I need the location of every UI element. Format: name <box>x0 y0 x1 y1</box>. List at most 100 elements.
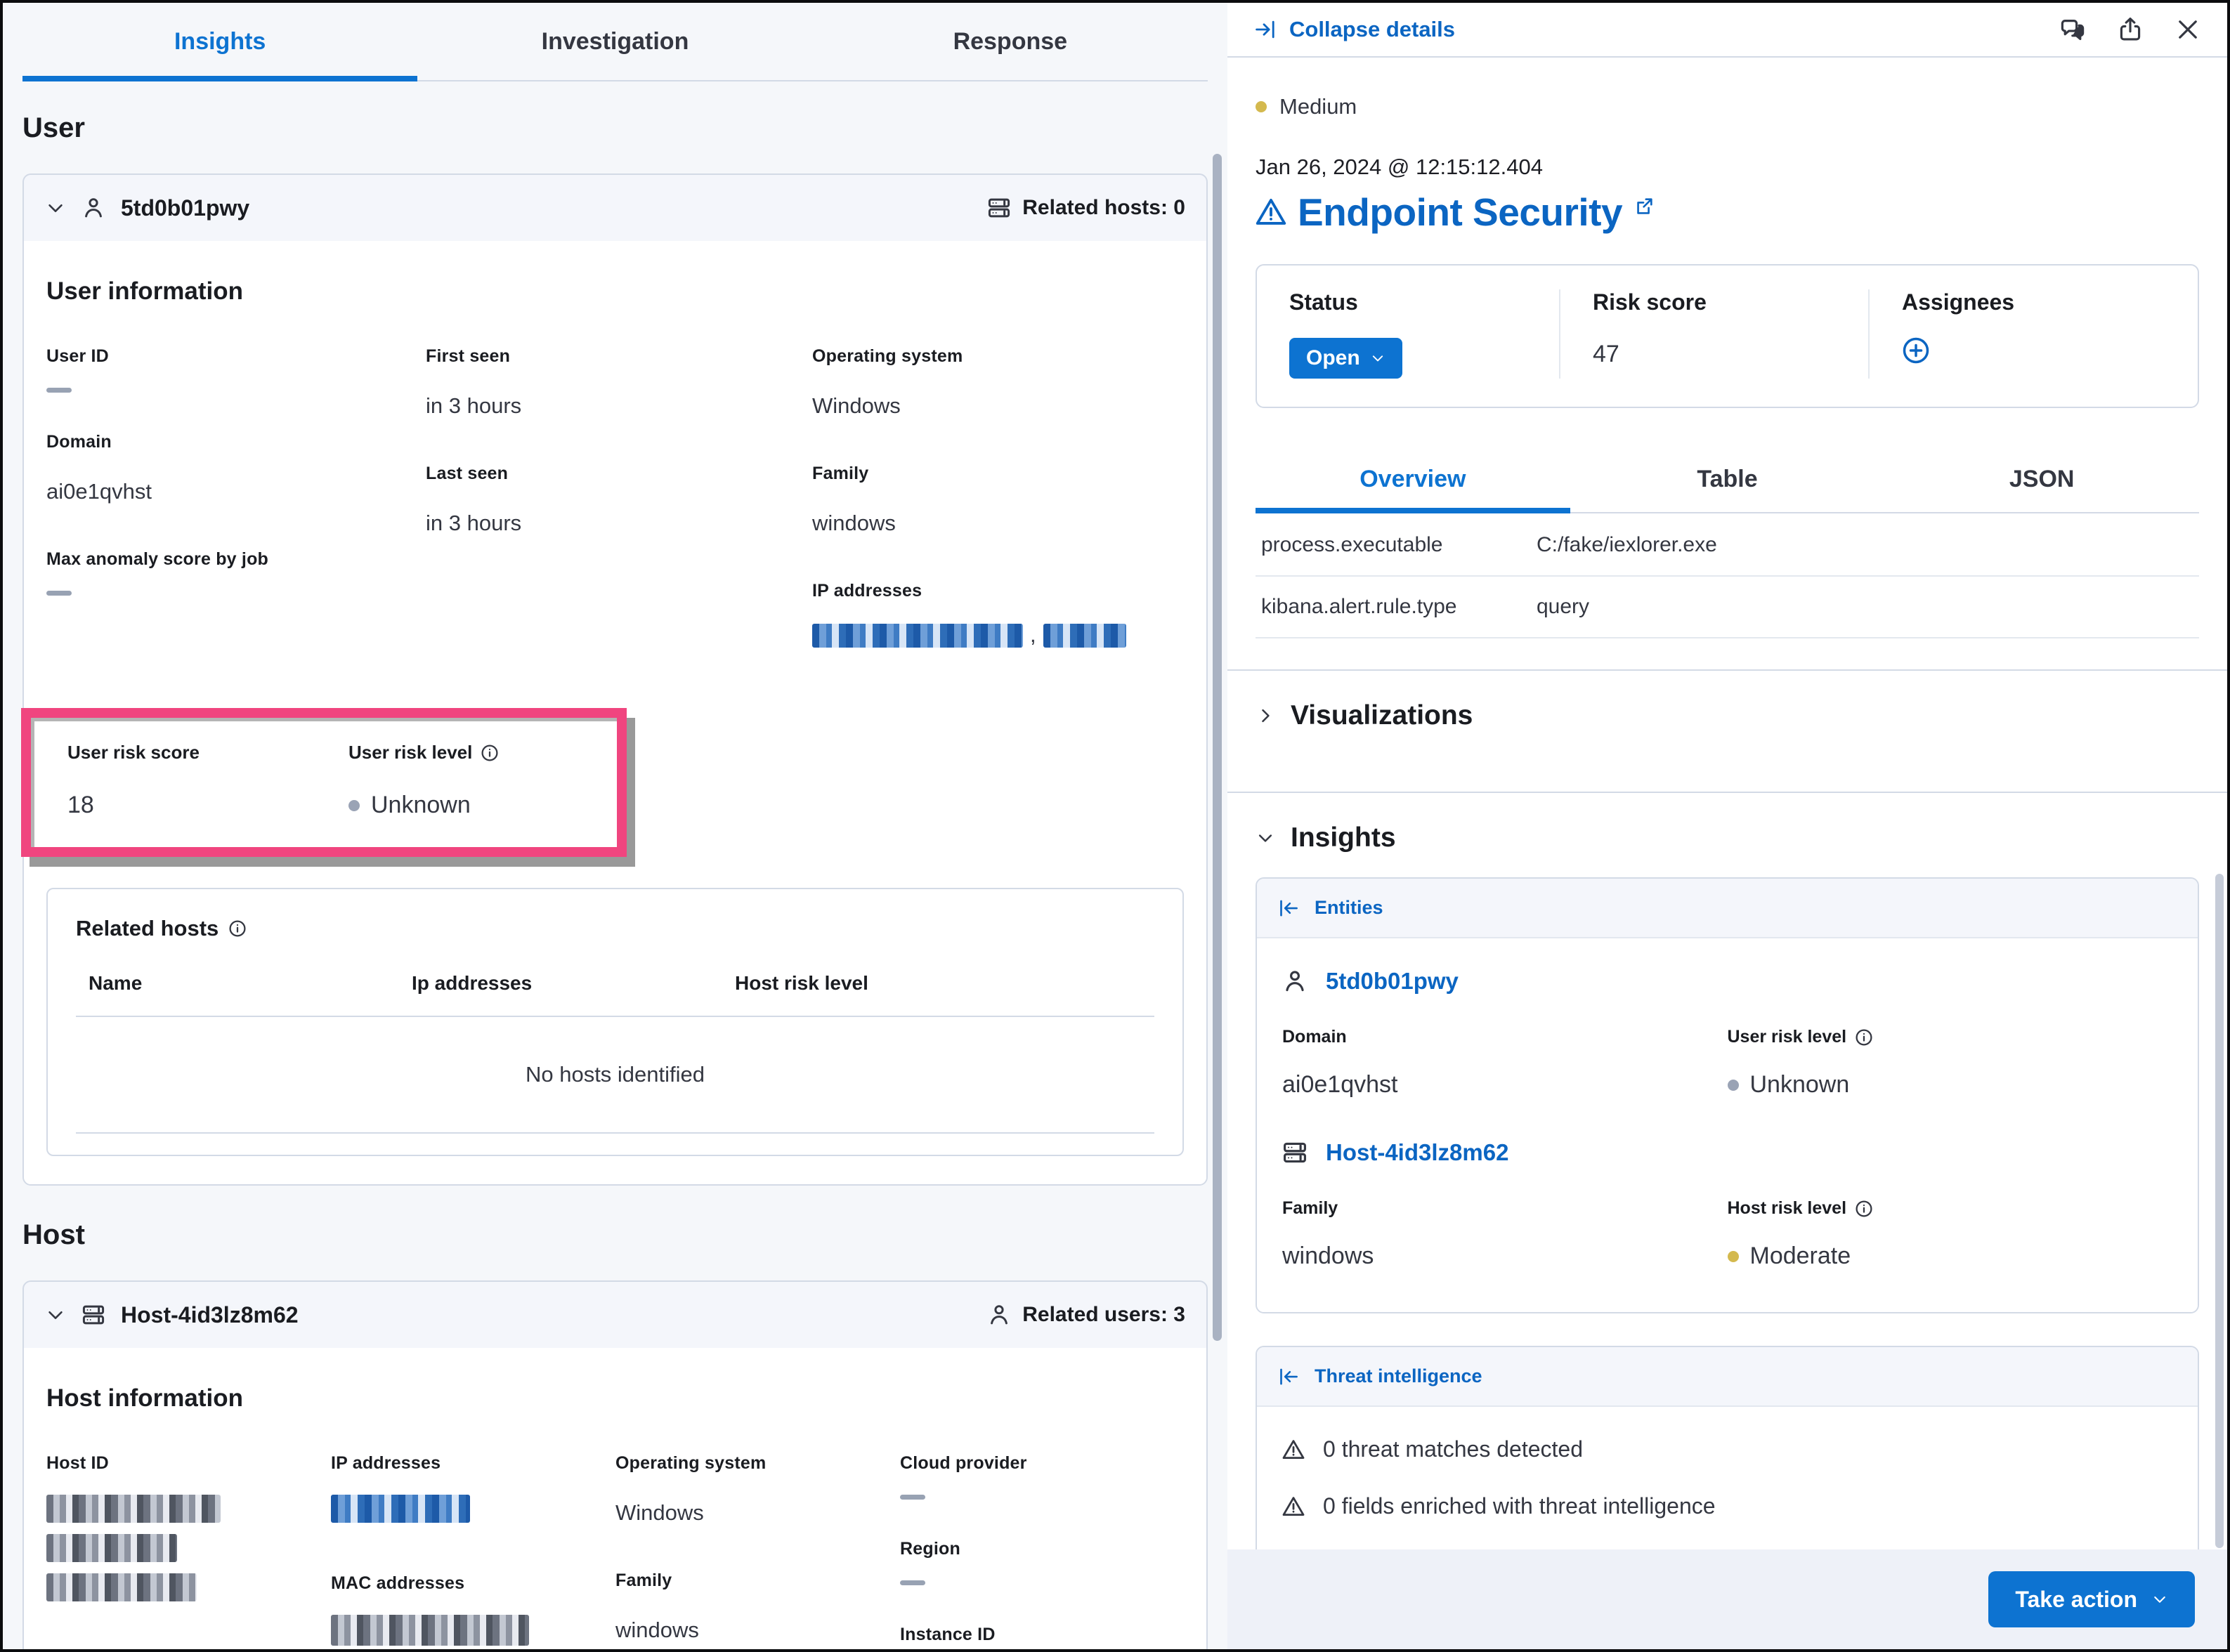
field-value: Windows <box>615 1495 900 1531</box>
related-hosts-title: Related hosts <box>76 916 219 941</box>
external-link-icon[interactable] <box>1634 196 1655 217</box>
field-family: Familywindows <box>812 464 1178 542</box>
threat-intelligence-card-header[interactable]: Threat intelligence <box>1257 1347 2198 1407</box>
risk-level-dot <box>1728 1080 1739 1091</box>
entities-card-header[interactable]: Entities <box>1257 879 2198 938</box>
chevron-down-icon[interactable] <box>45 197 66 218</box>
user-entity-card: 5td0b01pwy Related hosts: 0 User informa… <box>22 173 1208 1186</box>
close-icon[interactable] <box>2175 17 2200 42</box>
related-hosts-table: NameIp addressesHost risk level No hosts… <box>76 972 1154 1134</box>
field-first-seen: First seenin 3 hours <box>426 346 812 424</box>
tab-response[interactable]: Response <box>813 3 1208 80</box>
user-risk-score-value: 18 <box>67 792 348 819</box>
left-panel-scrollbar[interactable] <box>1213 154 1222 1341</box>
host-info-grid: Host IDFirst seenJan 26, 2024 @ 12:12:57… <box>46 1453 1184 1649</box>
related-hosts-empty-message: No hosts identified <box>76 1017 1154 1134</box>
tab-table[interactable]: Table <box>1570 446 1885 512</box>
redacted-value-block <box>46 1495 221 1523</box>
info-icon[interactable] <box>1855 1200 1873 1218</box>
user-name: 5td0b01pwy <box>121 195 249 221</box>
entity-domain-label: Domain <box>1282 1027 1728 1047</box>
host-card-body: Host information Host IDFirst seenJan 26… <box>24 1348 1206 1649</box>
assignees-label: Assignees <box>1902 289 2165 315</box>
right-panel-scrollbar[interactable] <box>2215 874 2224 1548</box>
related-hosts-column-header: Host risk level <box>735 972 868 995</box>
empty-value-dash <box>900 1495 925 1500</box>
status-label: Status <box>1289 289 1527 315</box>
host-name: Host-4id3lz8m62 <box>121 1302 299 1328</box>
arrow-start-icon <box>1278 1366 1299 1387</box>
entity-host-link[interactable]: Host-4id3lz8m62 <box>1326 1139 1508 1166</box>
chevron-down-icon <box>1370 350 1385 366</box>
related-hosts-column-header: Ip addresses <box>412 972 735 995</box>
collapse-details-button[interactable]: Collapse details <box>1254 17 1455 42</box>
field-last-seen: Last seenin 3 hours <box>426 464 812 542</box>
user-card-header[interactable]: 5td0b01pwy Related hosts: 0 <box>24 175 1206 241</box>
redacted-value-block <box>46 1573 197 1601</box>
severity-dot <box>1256 101 1267 112</box>
field-ip-addresses: IP addresses <box>331 1453 615 1534</box>
host-info-heading: Host information <box>46 1384 1184 1412</box>
info-icon[interactable] <box>228 919 247 938</box>
entity-family-value: windows <box>1282 1243 1728 1270</box>
status-summary-card: Status Open Risk score 47 Assignees <box>1256 264 2199 408</box>
right-panel-footer: Take action <box>1227 1549 2227 1649</box>
field-mac-addresses: MAC addresses <box>331 1573 615 1649</box>
warning-icon <box>1282 1438 1305 1461</box>
user-card-body: User information User IDDomainai0e1qvhst… <box>24 241 1206 1184</box>
info-icon[interactable] <box>1855 1028 1873 1047</box>
field-operating-system: Operating systemWindows <box>812 346 1178 424</box>
chevron-right-icon <box>1256 706 1275 726</box>
info-icon[interactable] <box>481 744 499 762</box>
field-value: Windows <box>812 388 1178 424</box>
field-region: Region <box>900 1539 1181 1585</box>
entity-user-link[interactable]: 5td0b01pwy <box>1326 968 1459 995</box>
user-section-heading: User <box>22 112 1208 144</box>
risk-score-label: Risk score <box>1593 289 1836 315</box>
host-section-heading: Host <box>22 1219 1208 1251</box>
take-action-button[interactable]: Take action <box>1988 1571 2195 1627</box>
entities-card: Entities 5td0b01pwy Domain ai0e1qvhst <box>1256 877 2199 1313</box>
field-max-anomaly-score-by-job: Max anomaly score by job <box>46 549 426 596</box>
storage-icon <box>1282 1140 1308 1165</box>
empty-value-dash <box>900 1580 925 1585</box>
entity-domain-value: ai0e1qvhst <box>1282 1071 1728 1099</box>
alert-rule-title-link[interactable]: Endpoint Security <box>1298 190 1622 235</box>
alert-field-row[interactable]: process.executableC:/fake/iexlorer.exe <box>1256 515 2199 577</box>
host-card-header[interactable]: Host-4id3lz8m62 Related users: 3 <box>24 1282 1206 1348</box>
comments-icon[interactable] <box>2060 17 2085 42</box>
user-risk-level-label: User risk level <box>348 742 472 763</box>
collapse-panel-icon <box>1254 18 1277 41</box>
field-operating-system: Operating systemWindows <box>615 1453 900 1531</box>
warning-icon <box>1256 197 1286 228</box>
alert-field-row[interactable]: kibana.alert.rule.typequery <box>1256 577 2199 638</box>
related-hosts-card: Related hosts NameIp addressesHost risk … <box>46 888 1184 1156</box>
field-family: Familywindows <box>615 1571 900 1648</box>
host-entity-card: Host-4id3lz8m62 Related users: 3 Host in… <box>22 1280 1208 1649</box>
tab-investigation[interactable]: Investigation <box>417 3 812 80</box>
redacted-value-block <box>812 624 1023 648</box>
risk-level-dot <box>1728 1251 1739 1262</box>
field-value: in 3 hours <box>426 505 812 542</box>
field-user-id: User ID <box>46 346 426 393</box>
status-open-dropdown[interactable]: Open <box>1289 338 1402 379</box>
risk-score-value: 47 <box>1593 341 1836 368</box>
add-assignee-button[interactable] <box>1902 336 1930 365</box>
entity-family-label: Family <box>1282 1198 1728 1219</box>
chevron-down-icon[interactable] <box>45 1304 66 1325</box>
user-icon <box>987 1303 1011 1327</box>
insight-summary-row: 0 fields enriched with threat intelligen… <box>1282 1493 2172 1519</box>
field-value: windows <box>615 1612 900 1648</box>
field-cloud-provider: Cloud provider <box>900 1453 1181 1500</box>
visualizations-accordion[interactable]: Visualizations <box>1256 671 2199 761</box>
alert-flyout-screen: InsightsInvestigationResponse User 5td0b… <box>0 0 2230 1652</box>
insights-accordion[interactable]: Insights <box>1256 793 2199 877</box>
tab-overview[interactable]: Overview <box>1256 446 1570 512</box>
tab-json[interactable]: JSON <box>1884 446 2199 512</box>
field-instance-id: Instance ID <box>900 1625 1181 1649</box>
field-value: in 3 hours <box>426 388 812 424</box>
redacted-value-block <box>331 1495 470 1523</box>
threat-intelligence-card: Threat intelligence 0 threat matches det… <box>1256 1346 2199 1573</box>
tab-insights[interactable]: Insights <box>22 3 417 80</box>
share-icon[interactable] <box>2118 17 2143 42</box>
